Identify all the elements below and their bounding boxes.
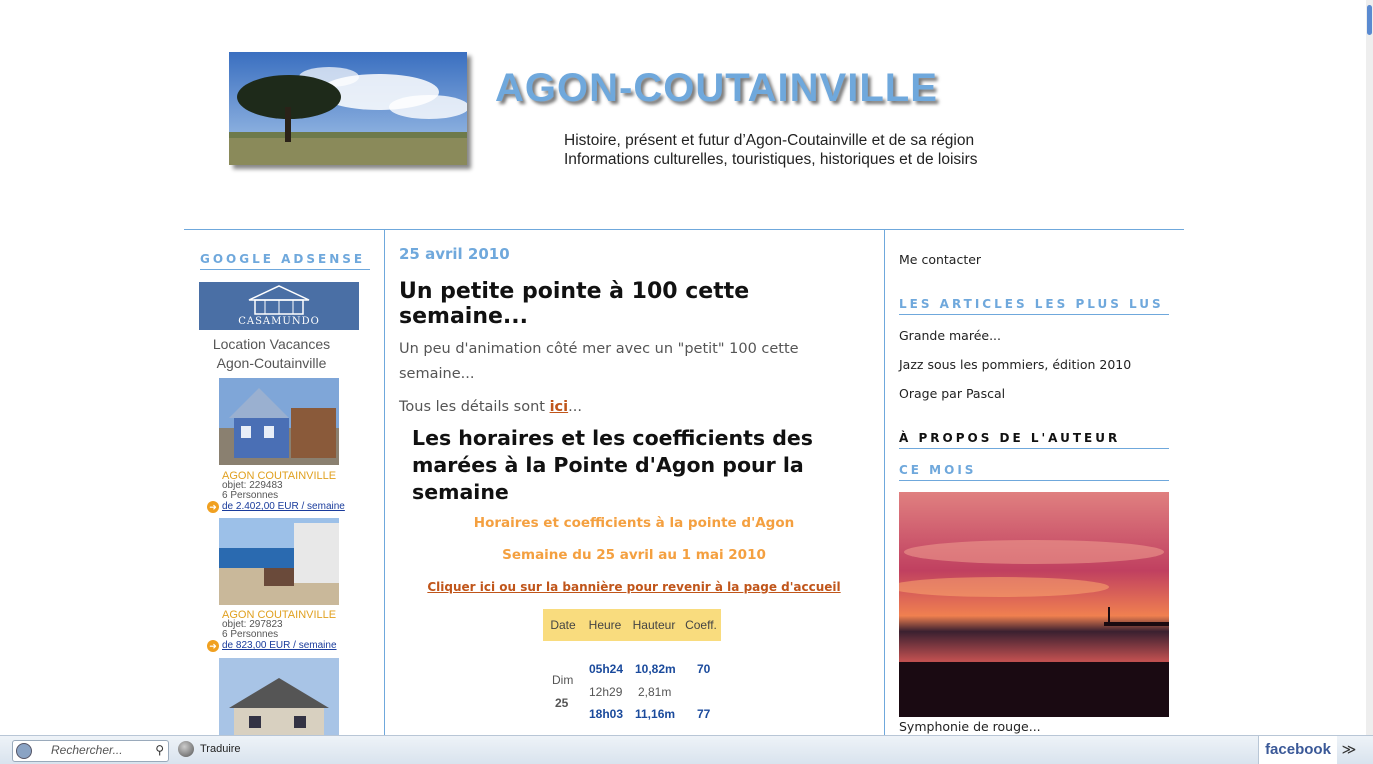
- ad-price-row: ➜ de 823,00 EUR / semaine: [207, 640, 377, 652]
- most-read-item-3[interactable]: Orage par Pascal: [899, 386, 1005, 401]
- site-title[interactable]: AGON-COUTAINVILLE: [495, 66, 938, 111]
- arrow-right-icon: ➜: [207, 501, 219, 513]
- left-sidebar: GOOGLE ADSENSE: [200, 252, 370, 270]
- search-icon[interactable]: ⚲: [155, 743, 164, 757]
- col-date: Date: [543, 609, 583, 641]
- day-name: Dim: [552, 673, 574, 687]
- ad-listing-2: AGON COUTAINVILLE objet: 297823 6 Person…: [207, 610, 377, 652]
- contact-link[interactable]: Me contacter: [899, 252, 981, 267]
- tide-row-1-heure: 05h24: [589, 662, 624, 676]
- ad-persons: 6 Personnes: [222, 629, 279, 640]
- right-column-divider: [884, 230, 885, 763]
- col-coeff: Coeff.: [681, 609, 721, 641]
- tide-row-2-hauteur: 2,81m: [638, 685, 672, 699]
- most-read-title: LES ARTICLES LES PLUS LUS: [899, 297, 1169, 315]
- chevron-double-icon[interactable]: ≫: [1338, 736, 1360, 764]
- location-line-2: Agon-Coutainville: [216, 355, 327, 371]
- tide-row-1-coeff: 70: [697, 662, 711, 676]
- ad-photo-3[interactable]: [219, 658, 339, 745]
- ad-listing-1: AGON COUTAINVILLE objet: 229483 6 Person…: [207, 471, 377, 513]
- tide-heading: Les horaires et les coefficients des mar…: [412, 426, 814, 504]
- ad-price-row: ➜ de 2.402,00 EUR / semaine: [207, 501, 377, 513]
- details-link[interactable]: ici: [550, 399, 569, 415]
- bottom-toolbar: Rechercher... ⚲ Traduire facebook ≫: [0, 735, 1373, 764]
- casamundo-logo-text: CASAMUNDO: [238, 316, 320, 327]
- location-line-1: Location Vacances: [212, 336, 331, 352]
- tide-row-3-coeff: 77: [697, 707, 711, 721]
- tide-row-1-hauteur: 10,82m: [635, 662, 676, 676]
- post: 25 avril 2010 Un petite pointe à 100 cet…: [399, 245, 869, 420]
- site-subtitle: Histoire, présent et futur d’Agon-Coutai…: [564, 131, 978, 169]
- toolbar-search[interactable]: Rechercher... ⚲: [12, 740, 169, 762]
- ad-persons: 6 Personnes: [222, 490, 279, 501]
- tide-subtitle: Horaires et coefficients à la pointe d'A…: [473, 515, 795, 531]
- day-number: 25: [555, 696, 569, 710]
- post-body: Un peu d'animation côté mer avec un "pet…: [399, 341, 799, 382]
- arrow-right-icon: ➜: [207, 640, 219, 652]
- left-column-divider: [384, 230, 385, 763]
- col-heure: Heure: [583, 609, 627, 641]
- most-read-item-1[interactable]: Grande marée...: [899, 328, 1001, 343]
- month-photo[interactable]: [899, 492, 1169, 717]
- tide-table: Date Heure Hauteur Coeff.: [543, 609, 721, 641]
- translate-button[interactable]: Traduire: [178, 741, 241, 757]
- tide-row-3-hauteur: 11,16m: [635, 707, 676, 721]
- scrollbar-thumb[interactable]: [1367, 5, 1372, 35]
- tide-row-2-heure: 12h29: [589, 685, 623, 699]
- tide-row-3-heure: 18h03: [589, 707, 624, 721]
- header-photo: [229, 52, 467, 165]
- home-link[interactable]: Cliquer ici ou sur la bannière pour reve…: [399, 580, 869, 594]
- photo-caption: Symphonie de rouge...: [899, 719, 1041, 734]
- ad-price-link[interactable]: de 2.402,00 EUR / semaine: [222, 502, 345, 512]
- post-details: Tous les détails sont ici...: [399, 395, 869, 420]
- post-title[interactable]: Un petite pointe à 100 cette semaine...: [399, 279, 869, 329]
- details-prefix: Tous les détails sont: [399, 399, 550, 415]
- tide-week: Semaine du 25 avril au 1 mai 2010: [502, 547, 766, 563]
- globe-icon[interactable]: [16, 743, 32, 759]
- details-suffix: ...: [568, 399, 582, 415]
- vertical-scrollbar[interactable]: [1366, 0, 1373, 735]
- month-title: CE MOIS: [899, 463, 1169, 481]
- post-date: 25 avril 2010: [399, 245, 510, 263]
- ad-photo-1[interactable]: [219, 378, 339, 465]
- most-read-item-2[interactable]: Jazz sous les pommiers, édition 2010: [899, 357, 1131, 372]
- adsense-title: GOOGLE ADSENSE: [200, 252, 370, 270]
- header-divider: [184, 229, 1184, 230]
- ad-photo-2[interactable]: [219, 518, 339, 605]
- search-input[interactable]: Rechercher...: [51, 743, 123, 757]
- ad-price-link[interactable]: de 823,00 EUR / semaine: [222, 641, 337, 651]
- casamundo-house-icon: [248, 285, 310, 315]
- col-hauteur: Hauteur: [627, 609, 681, 641]
- about-author-title[interactable]: À PROPOS DE L'AUTEUR: [899, 431, 1169, 449]
- location-text[interactable]: Location Vacances Agon-Coutainville: [199, 335, 344, 373]
- translate-label: Traduire: [200, 743, 241, 755]
- subtitle-line-2: Informations culturelles, touristiques, …: [564, 151, 978, 168]
- subtitle-line-1: Histoire, présent et futur d’Agon-Coutai…: [564, 132, 975, 149]
- tide-table-header: Date Heure Hauteur Coeff.: [543, 609, 721, 641]
- facebook-button[interactable]: facebook: [1258, 736, 1337, 764]
- casamundo-banner[interactable]: CASAMUNDO: [199, 282, 359, 330]
- translate-icon: [178, 741, 194, 757]
